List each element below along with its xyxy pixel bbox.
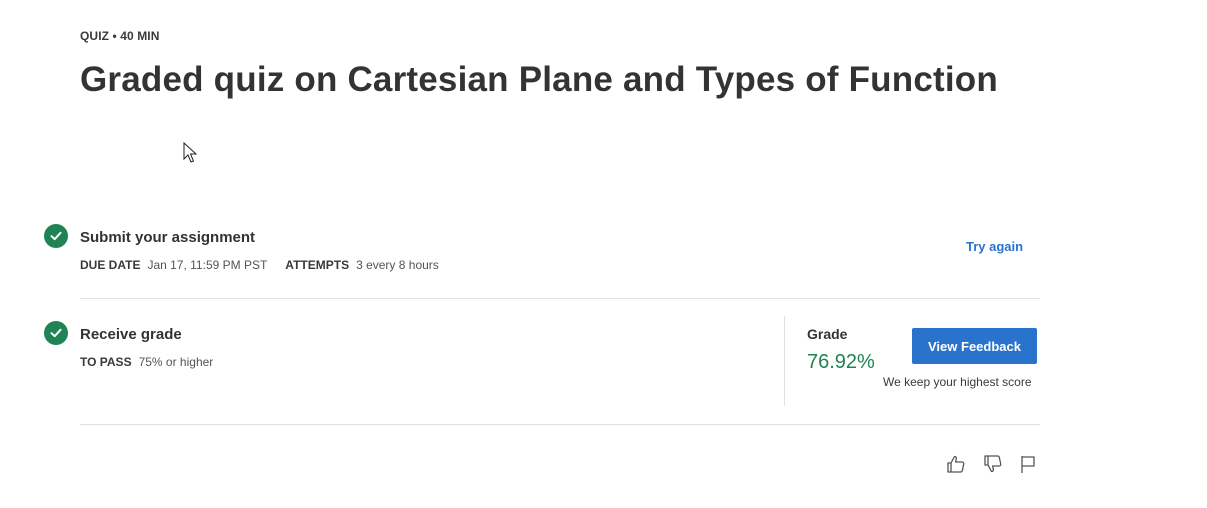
- highest-score-note: We keep your highest score: [883, 375, 1032, 389]
- grade-value: 76.92%: [807, 351, 875, 373]
- due-date-label: DUE DATE: [80, 258, 141, 272]
- section-divider: [80, 298, 1040, 299]
- page-title: Graded quiz on Cartesian Plane and Types…: [80, 60, 998, 99]
- try-again-link[interactable]: Try again: [966, 239, 1023, 254]
- attempts-value: 3 every 8 hours: [356, 258, 439, 272]
- receive-check-icon: [44, 321, 68, 345]
- attempts-label: ATTEMPTS: [285, 258, 350, 272]
- grade-label: Grade: [807, 326, 848, 342]
- submit-assignment-title: Submit your assignment: [80, 229, 256, 246]
- view-feedback-button[interactable]: View Feedback: [912, 328, 1037, 364]
- thumbs-up-icon[interactable]: [944, 452, 968, 476]
- footer-divider: [80, 424, 1040, 425]
- submit-check-icon: [44, 224, 68, 248]
- to-pass-label: TO PASS: [80, 355, 132, 369]
- quiz-page: QUIZ • 40 MIN Graded quiz on Cartesian P…: [0, 0, 1207, 508]
- mouse-cursor-icon: [183, 142, 197, 163]
- flag-icon[interactable]: [1016, 452, 1040, 476]
- receive-meta: TO PASS 75% or higher: [80, 355, 231, 369]
- due-date-value: Jan 17, 11:59 PM PST: [147, 258, 268, 272]
- thumbs-down-icon[interactable]: [981, 452, 1005, 476]
- grade-divider: [784, 316, 785, 406]
- quiz-kicker: QUIZ • 40 MIN: [80, 29, 160, 43]
- to-pass-value: 75% or higher: [138, 355, 214, 369]
- submit-meta: DUE DATE Jan 17, 11:59 PM PST ATTEMPTS 3…: [80, 258, 457, 272]
- receive-grade-title: Receive grade: [80, 326, 182, 343]
